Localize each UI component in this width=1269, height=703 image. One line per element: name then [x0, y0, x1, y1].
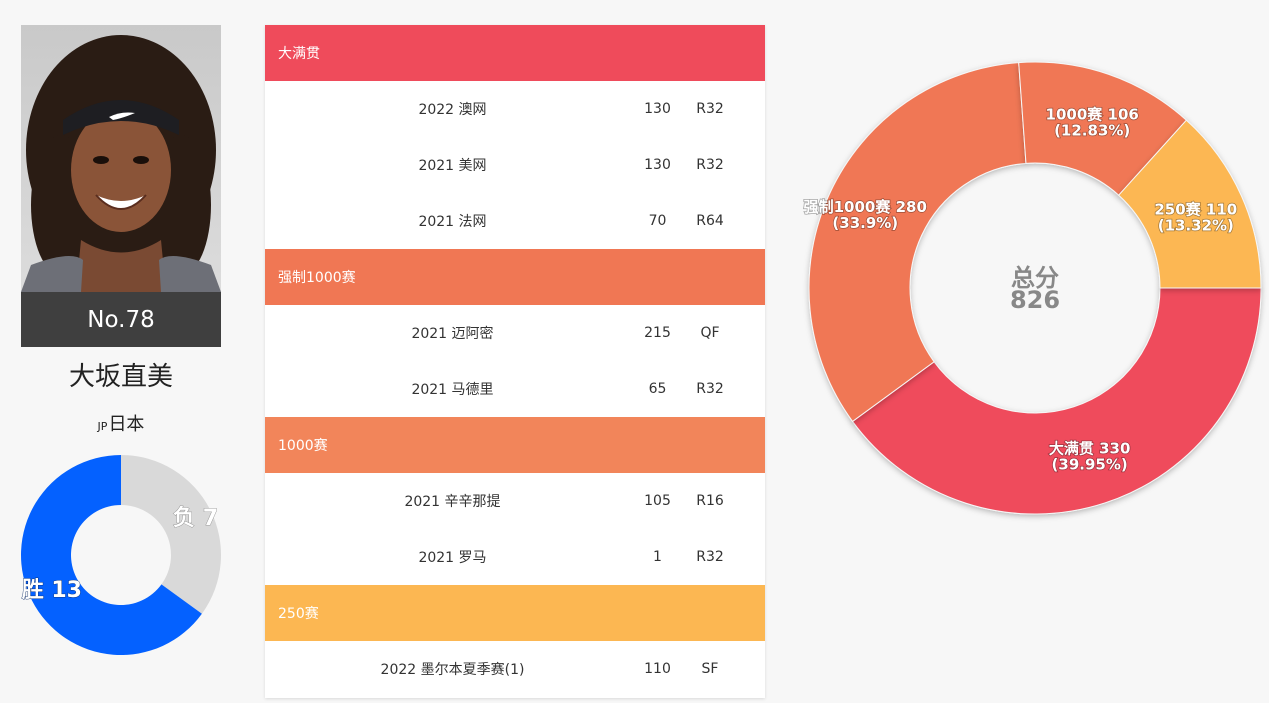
section-header: 1000赛 [265, 417, 765, 473]
event-round: SF [701, 661, 719, 677]
country-name: 日本 [108, 414, 145, 435]
table-row: 2021 美网 130 R32 [265, 137, 765, 193]
event-points: 130 [644, 157, 671, 173]
event-name: 2021 法网 [418, 214, 487, 230]
table-row: 2022 墨尔本夏季赛(1) 110 SF [265, 641, 765, 697]
table-row: 2022 澳网 130 R32 [265, 81, 765, 137]
event-name: 2021 迈阿密 [411, 326, 494, 342]
event-round: R32 [696, 101, 724, 117]
section-header: 250赛 [265, 585, 765, 641]
event-name: 2021 罗马 [418, 550, 487, 566]
ranking-badge: No.78 [21, 292, 221, 347]
ranking-text: No.78 [87, 306, 155, 333]
section-header: 强制1000赛 [265, 249, 765, 305]
section-header: 大满贯 [265, 25, 765, 81]
slice-percent-label: (33.9%) [832, 214, 898, 232]
country-code: JP [97, 420, 108, 433]
player-portrait-image [21, 25, 221, 292]
event-round: R32 [696, 381, 724, 397]
event-name: 2021 辛辛那提 [404, 494, 501, 510]
slice-percent-label: (13.32%) [1158, 216, 1234, 234]
table-row: 2021 迈阿密 215 QF [265, 305, 765, 361]
event-points: 105 [644, 493, 671, 509]
event-points: 65 [648, 381, 667, 397]
table-row: 2021 马德里 65 R32 [265, 361, 765, 417]
event-round: QF [700, 325, 720, 341]
win-loss-donut-chart: 胜 13 负 7 [20, 455, 221, 655]
event-round: R64 [696, 213, 724, 229]
player-country: JP日本 [21, 410, 221, 436]
event-points: 1 [653, 549, 662, 565]
event-round: R16 [696, 493, 724, 509]
event-round: R32 [696, 157, 724, 173]
losses-slice [121, 455, 221, 614]
event-name: 2022 澳网 [418, 102, 487, 118]
event-points: 70 [648, 213, 667, 229]
table-row: 2021 罗马 1 R32 [265, 529, 765, 585]
event-points: 110 [644, 661, 671, 677]
slice-percent-label: (12.83%) [1054, 122, 1130, 140]
event-name: 2022 墨尔本夏季赛(1) [380, 662, 525, 678]
table-row: 2021 法网 70 R64 [265, 193, 765, 249]
slice-1 [808, 62, 1027, 423]
slice-percent-label: (39.95%) [1052, 455, 1128, 473]
points-table: 大满贯 2022 澳网 130 R32 2021 美网 130 R32 2021 法网 70 R6… [265, 25, 765, 698]
event-name: 2021 马德里 [411, 382, 494, 398]
table-row: 2021 辛辛那提 105 R16 [265, 473, 765, 529]
event-points: 215 [644, 325, 671, 341]
player-photo [21, 25, 221, 292]
event-round: R32 [696, 549, 724, 565]
player-name: 大坂直美 [68, 362, 173, 392]
event-name: 2021 美网 [418, 158, 487, 174]
total-points-donut-chart: 大满贯 330(39.95%)强制1000赛 280(33.9%)1000赛 1… [803, 61, 1262, 515]
center-value: 826 [1010, 286, 1060, 314]
wins-label: 胜 13 [22, 578, 82, 603]
event-points: 130 [644, 101, 671, 117]
losses-label: 负 7 [173, 506, 218, 531]
